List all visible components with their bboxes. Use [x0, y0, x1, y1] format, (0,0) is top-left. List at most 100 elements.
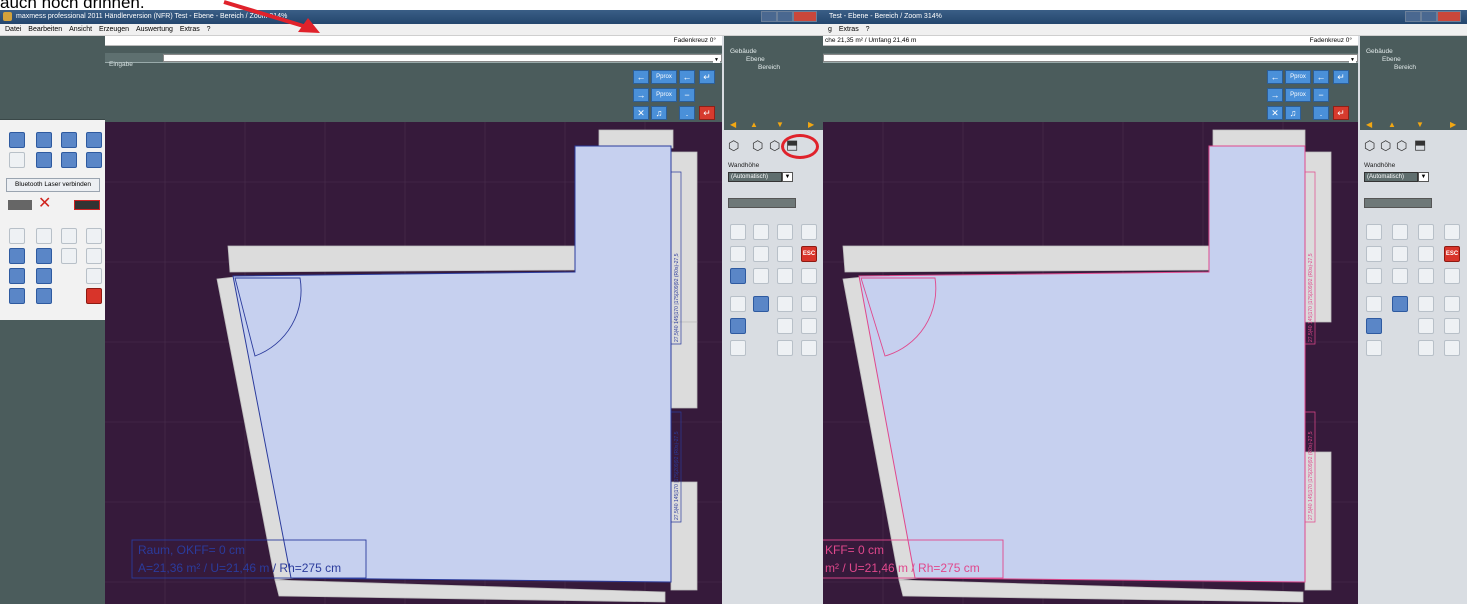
tree-item-bereich[interactable]: Bereich — [758, 64, 780, 72]
tool-icon-6[interactable] — [36, 152, 52, 168]
menu-extras[interactable]: Extras — [839, 26, 859, 33]
prop-icon-10[interactable] — [1418, 268, 1434, 284]
tree-item-gebaeude[interactable]: Gebäude — [1366, 48, 1393, 56]
wall-mode-icon-3[interactable]: ⬡ — [1396, 138, 1407, 154]
nav-right-icon[interactable]: ▶ — [808, 120, 814, 129]
tool-icon-5[interactable] — [9, 152, 25, 168]
prop-icon-7[interactable] — [777, 246, 793, 262]
nav-right-icon[interactable]: ▶ — [1450, 120, 1456, 129]
menu-auswertung[interactable]: Auswertung — [136, 26, 173, 33]
tool-button-b[interactable]: ♫ — [1285, 106, 1301, 120]
wall-mode-icon-4[interactable]: ⬒ — [1414, 137, 1426, 153]
zoom-window-icon[interactable] — [801, 318, 817, 334]
close-button[interactable] — [1437, 11, 1461, 22]
minimize-button[interactable] — [1405, 11, 1421, 22]
zoom-window-icon[interactable] — [1444, 318, 1460, 334]
pprox-button-1[interactable]: Pprox — [1285, 70, 1311, 84]
menu-extras[interactable]: Extras — [180, 26, 200, 33]
command-input[interactable]: ▼ — [163, 54, 722, 63]
zoom-fit-icon[interactable] — [777, 318, 793, 334]
nav-up-icon[interactable]: ▲ — [1388, 120, 1396, 129]
nav-down-icon[interactable]: ▼ — [1416, 120, 1424, 129]
minus-button[interactable]: − — [1313, 88, 1329, 102]
menu-ansicht[interactable]: Ansicht — [69, 26, 92, 33]
minimize-button[interactable] — [761, 11, 777, 22]
bluetooth-laser-button[interactable]: Bluetooth Laser verbinden — [6, 178, 100, 192]
nav-left-icon[interactable]: ◀ — [1366, 120, 1372, 129]
grid-icon[interactable] — [1392, 296, 1408, 312]
chevron-down-icon[interactable]: ▼ — [782, 172, 793, 182]
pprox-button-2[interactable]: Pprox — [1285, 88, 1311, 102]
menu-erzeugen[interactable]: Erzeugen — [99, 26, 129, 33]
tool-icon-10[interactable] — [36, 228, 52, 244]
height-input[interactable] — [728, 198, 796, 208]
tool-button-c[interactable]: . — [679, 106, 695, 120]
arrow-left-button-2[interactable]: ← — [1313, 70, 1329, 84]
menu-bearbeiten[interactable]: Bearbeiten — [28, 26, 62, 33]
zoom-out-icon[interactable] — [1444, 340, 1460, 356]
prop-icon-5[interactable] — [730, 246, 746, 262]
enter-button[interactable]: ↵ — [1333, 70, 1349, 84]
tool-icon-12[interactable] — [86, 228, 102, 244]
chevron-down-icon[interactable]: ▼ — [1349, 57, 1356, 63]
prop-icon-11[interactable] — [1444, 268, 1460, 284]
wall-mode-icon-3[interactable]: ⬡ — [769, 138, 780, 154]
tool-button-a[interactable]: ✕ — [1267, 106, 1283, 120]
wall-mode-icon-2[interactable]: ⬡ — [752, 138, 763, 154]
tool-icon-9[interactable] — [9, 228, 25, 244]
menu-partial[interactable]: g — [828, 26, 832, 33]
prop-icon-5[interactable] — [1366, 246, 1382, 262]
arrow-right-button[interactable]: → — [633, 88, 649, 102]
prop-icon-3[interactable] — [777, 224, 793, 240]
tool-icon-2[interactable] — [36, 132, 52, 148]
prop-icon-2[interactable] — [753, 224, 769, 240]
prop-icon-1[interactable] — [1366, 224, 1382, 240]
left-drawing-canvas[interactable]: 27,5|40 145|170 |175|209|92 (R0s)-27,5 2… — [105, 122, 722, 604]
arrow-left-button-2[interactable]: ← — [679, 70, 695, 84]
prop-icon-10[interactable] — [777, 268, 793, 284]
arrow-left-button[interactable]: ← — [1267, 70, 1283, 84]
arrow-left-button[interactable]: ← — [633, 70, 649, 84]
menu-help[interactable]: ? — [207, 26, 211, 33]
right-drawing-canvas[interactable]: 27,5|40 145|170 |175|209|92 (R0s)-27,5 2… — [823, 122, 1358, 604]
tool-icon-13[interactable] — [9, 248, 25, 264]
prop-icon-1[interactable] — [730, 224, 746, 240]
prop-icon-13[interactable] — [1366, 318, 1382, 334]
minus-button[interactable]: − — [679, 88, 695, 102]
wandhoehe-select[interactable]: (Automatisch) ▼ — [1364, 172, 1429, 182]
close-button[interactable] — [793, 11, 817, 22]
tree-item-ebene[interactable]: Ebene — [746, 56, 765, 64]
pprox-button-2[interactable]: Pprox — [651, 88, 677, 102]
tool-icon-7[interactable] — [61, 152, 77, 168]
command-input[interactable]: ▼ — [823, 54, 1358, 63]
nav-left-icon[interactable]: ◀ — [730, 120, 736, 129]
prop-icon-9[interactable] — [1392, 268, 1408, 284]
chevron-down-icon[interactable]: ▼ — [713, 57, 720, 63]
tool-icon-4[interactable] — [86, 132, 102, 148]
tool-button-b[interactable]: ♫ — [651, 106, 667, 120]
prop-icon-4[interactable] — [1444, 224, 1460, 240]
wall-mode-icon-2[interactable]: ⬡ — [1380, 138, 1391, 154]
prop-icon-3[interactable] — [1418, 224, 1434, 240]
tool-button-a[interactable]: ✕ — [633, 106, 649, 120]
redo-icon[interactable] — [801, 296, 817, 312]
tool-icon-20[interactable] — [36, 288, 52, 304]
wall-mode-icon-1[interactable]: ⬡ — [1364, 138, 1375, 154]
prop-icon-7[interactable] — [1418, 246, 1434, 262]
tool-icon-1[interactable] — [9, 132, 25, 148]
esc-button[interactable]: ESC — [1444, 246, 1460, 262]
wall-mode-icon-1[interactable]: ⬡ — [728, 138, 739, 154]
nav-down-icon[interactable]: ▼ — [776, 120, 784, 129]
pprox-button-1[interactable]: Pprox — [651, 70, 677, 84]
save-icon[interactable] — [86, 288, 102, 304]
prop-icon-12[interactable] — [730, 296, 746, 312]
prop-icon-13[interactable] — [730, 318, 746, 334]
nav-up-icon[interactable]: ▲ — [750, 120, 758, 129]
zoom-out-icon[interactable] — [801, 340, 817, 356]
cancel-enter-button[interactable]: ↵ — [1333, 106, 1349, 120]
tool-icon-18[interactable] — [36, 268, 52, 284]
maximize-button[interactable] — [1421, 11, 1437, 22]
prop-icon-6[interactable] — [1392, 246, 1408, 262]
tool-icon-15[interactable] — [61, 248, 77, 264]
prop-icon-9[interactable] — [753, 268, 769, 284]
